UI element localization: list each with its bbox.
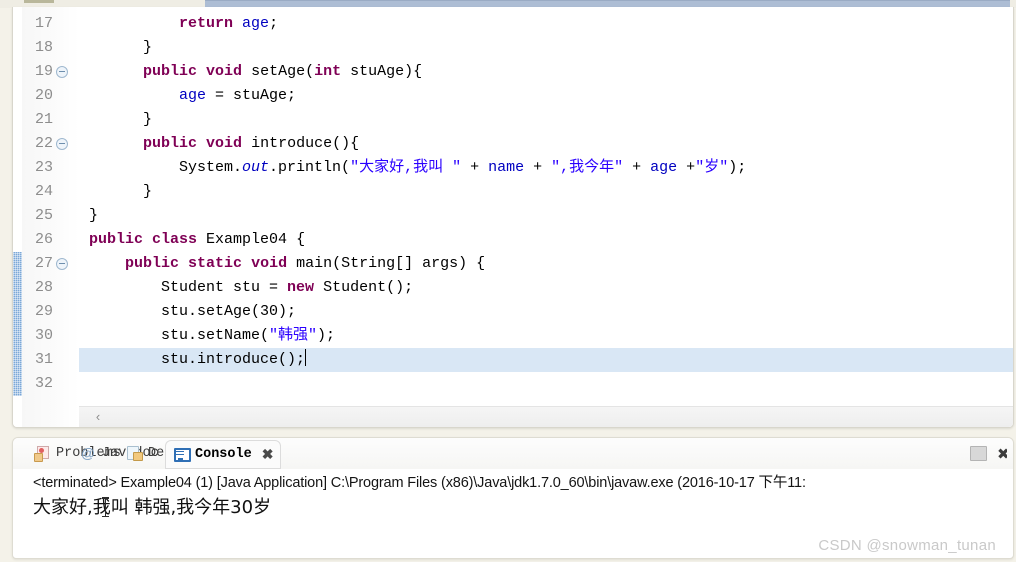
line-number: 18 bbox=[34, 39, 53, 56]
code-line[interactable]: 32 bbox=[35, 372, 1013, 396]
code-line[interactable]: 21 } bbox=[35, 108, 1013, 132]
line-number: 31 bbox=[34, 351, 53, 368]
code-line[interactable]: 17 return age; bbox=[35, 12, 1013, 36]
fold-collapse-icon[interactable] bbox=[56, 258, 68, 270]
line-number: 17 bbox=[34, 15, 53, 32]
line-number: 19 bbox=[34, 63, 53, 80]
watermark: CSDN @snowman_tunan bbox=[818, 537, 996, 554]
line-number: 20 bbox=[34, 87, 53, 104]
code-text: age = stuAge; bbox=[179, 87, 297, 104]
code-line[interactable]: 23 System.out.println("大家好,我叫 " + name +… bbox=[35, 156, 1013, 180]
eclipse-window: 17 return age; 18 } 19 public void setAge(… bbox=[0, 0, 1016, 562]
editor-horizontal-scrollbar[interactable]: ‹ bbox=[79, 406, 1013, 427]
tab-label: Console bbox=[195, 446, 252, 462]
text-cursor-icon bbox=[102, 497, 109, 517]
code-text: } bbox=[89, 207, 99, 224]
code-text: public void setAge(int stuAge){ bbox=[143, 63, 423, 80]
tab-console[interactable]: Console ✖ bbox=[165, 440, 282, 469]
code-text: } bbox=[89, 183, 153, 200]
code-line[interactable]: 27 public static void main(String[] args… bbox=[35, 252, 1013, 276]
problems-icon bbox=[34, 446, 50, 462]
console-screen-lines-icon bbox=[176, 451, 184, 452]
line-number: 23 bbox=[34, 159, 53, 176]
line-number: 24 bbox=[34, 183, 53, 200]
close-console-icon[interactable]: ✖ bbox=[997, 445, 1007, 463]
editor-tab-inactive[interactable] bbox=[24, 0, 54, 3]
line-number: 30 bbox=[34, 327, 53, 344]
console-output-text: 大家好,我叫 韩强,我今年30岁 bbox=[33, 497, 272, 518]
java-editor[interactable]: 17 return age; 18 } 19 public void setAge(… bbox=[12, 7, 1014, 428]
code-line[interactable]: 30 stu.setName("韩强"); bbox=[35, 324, 1013, 348]
tab-close-icon[interactable]: ✖ bbox=[262, 446, 274, 463]
line-number: 21 bbox=[34, 111, 53, 128]
code-line[interactable]: 18 } bbox=[35, 36, 1013, 60]
code-area[interactable]: 17 return age; 18 } 19 public void setAge(… bbox=[35, 7, 1013, 427]
line-number: 22 bbox=[34, 135, 53, 152]
declaration-icon bbox=[126, 446, 143, 461]
fold-collapse-icon[interactable] bbox=[56, 138, 68, 150]
line-number: 27 bbox=[34, 255, 53, 272]
console-launch-line: <terminated> Example04 (1) [Java Applica… bbox=[33, 475, 806, 491]
code-line[interactable]: 25} bbox=[35, 204, 1013, 228]
code-text: public static void main(String[] args) { bbox=[125, 255, 486, 272]
code-text: stu.introduce(); bbox=[89, 349, 307, 368]
console-output-line: 大家好,我叫 韩强,我今年30岁 bbox=[33, 494, 1013, 522]
fold-collapse-icon[interactable] bbox=[56, 66, 68, 78]
line-number: 26 bbox=[34, 231, 53, 248]
warning-badge-icon bbox=[34, 453, 43, 462]
console-body[interactable]: <terminated> Example04 (1) [Java Applica… bbox=[13, 469, 1013, 522]
code-line[interactable]: 28 Student stu = new Student(); bbox=[35, 276, 1013, 300]
code-line[interactable]: 19 public void setAge(int stuAge){ bbox=[35, 60, 1013, 84]
code-line[interactable]: 24 } bbox=[35, 180, 1013, 204]
code-text: return age; bbox=[179, 15, 279, 32]
scroll-left-arrow-icon[interactable]: ‹ bbox=[87, 407, 109, 427]
view-toolbar: ✖ bbox=[970, 438, 1007, 469]
view-tab-bar: ✖ Problems@JavadocDeclarationConsole✖ bbox=[13, 438, 1013, 469]
line-number: 25 bbox=[34, 207, 53, 224]
code-text: stu.setAge(30); bbox=[89, 303, 297, 320]
code-text: } bbox=[89, 111, 153, 128]
text-caret bbox=[305, 349, 307, 366]
code-line[interactable]: 31 stu.introduce(); bbox=[35, 348, 1013, 372]
code-text: System.out.println("大家好,我叫 " + name + ",… bbox=[89, 159, 747, 176]
code-lines: 17 return age; 18 } 19 public void setAge(… bbox=[35, 12, 1013, 396]
javadoc-icon: @ bbox=[80, 445, 96, 461]
console-icon bbox=[173, 447, 191, 462]
code-text: } bbox=[89, 39, 153, 56]
code-line[interactable]: 29 stu.setAge(30); bbox=[35, 300, 1013, 324]
code-text: public class Example04 { bbox=[89, 231, 306, 248]
code-line[interactable]: 20 age = stuAge; bbox=[35, 84, 1013, 108]
code-text: Student stu = new Student(); bbox=[89, 279, 414, 296]
code-line[interactable]: 26 public class Example04 { bbox=[35, 228, 1013, 252]
code-text: public void introduce(){ bbox=[143, 135, 360, 152]
code-line[interactable]: 22 public void introduce(){ bbox=[35, 132, 1013, 156]
line-number: 29 bbox=[34, 303, 53, 320]
terminate-icon[interactable] bbox=[970, 446, 987, 461]
line-number: 28 bbox=[34, 279, 53, 296]
line-number: 32 bbox=[34, 375, 53, 392]
code-text: stu.setName("韩强"); bbox=[89, 327, 336, 344]
